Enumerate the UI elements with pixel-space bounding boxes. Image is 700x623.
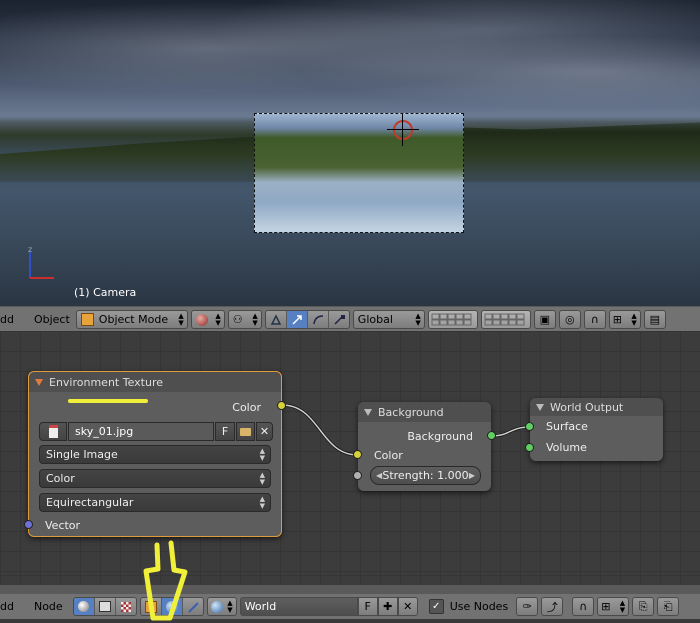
annotation-marker-box [143,540,188,621]
annotation-overlay [143,540,188,621]
